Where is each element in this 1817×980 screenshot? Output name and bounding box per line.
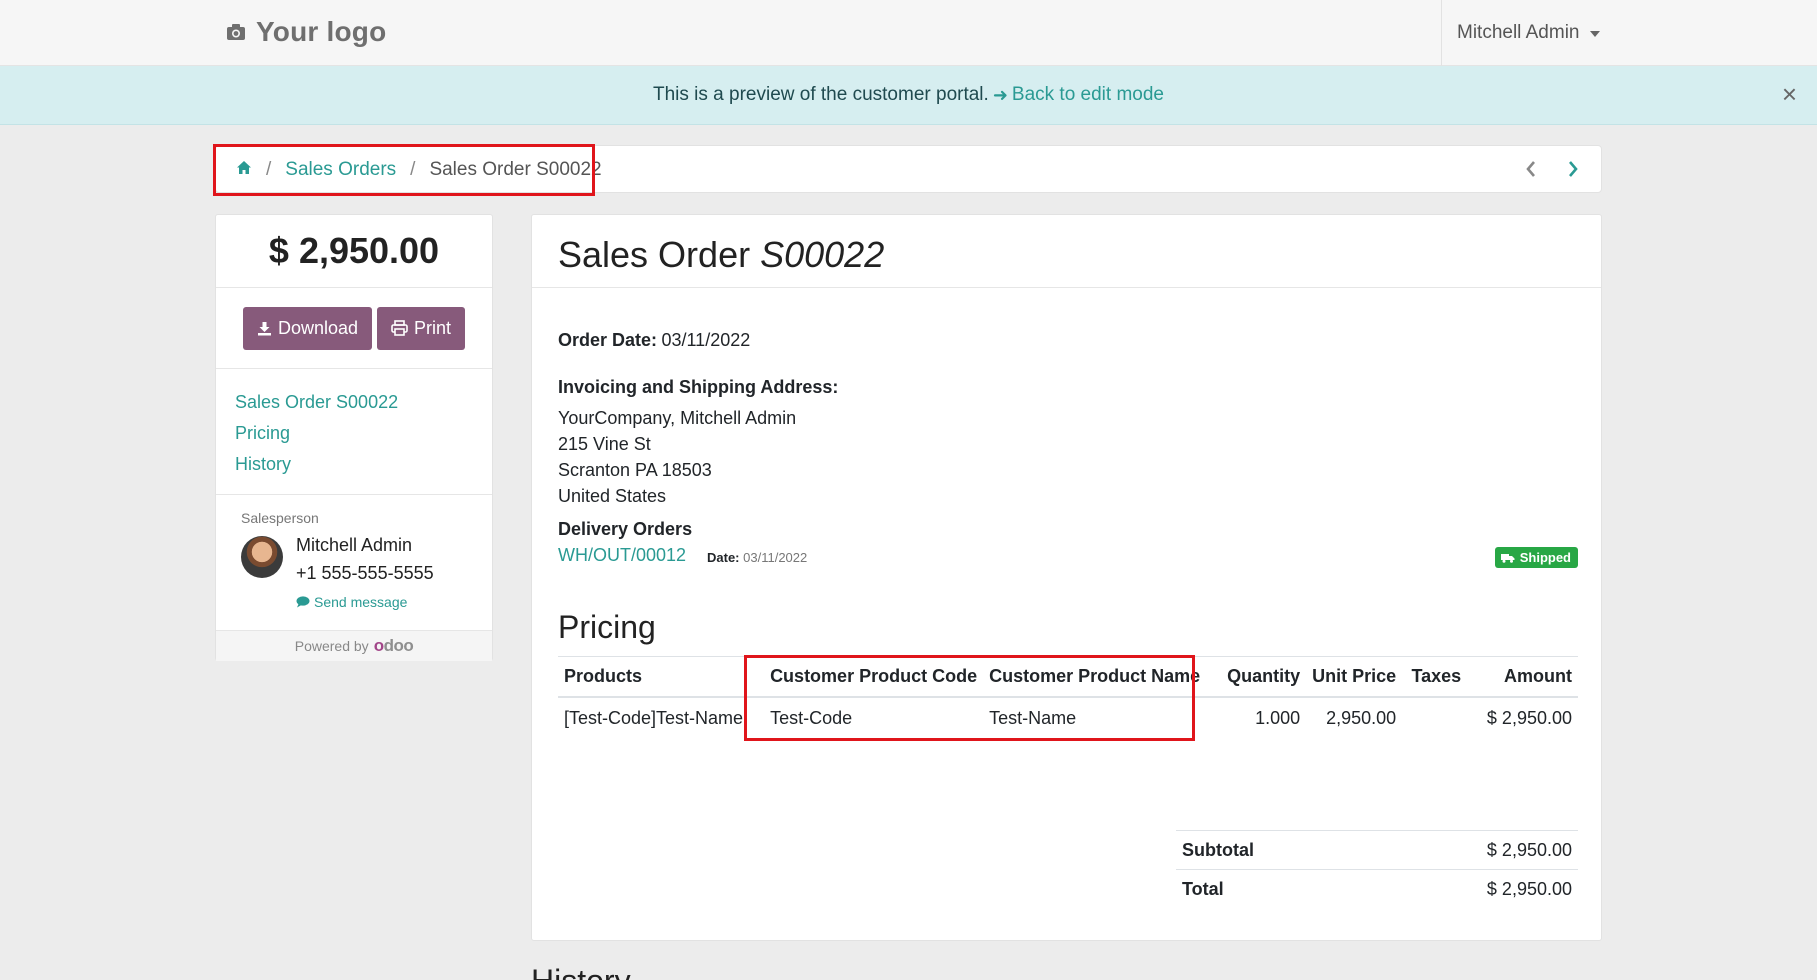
close-icon[interactable]: × (1782, 81, 1797, 107)
column-header-quantity: Quantity (1206, 656, 1307, 698)
total-label: Total (1176, 869, 1363, 909)
chevron-left-icon[interactable] (1523, 158, 1539, 180)
order-date-row: Order Date: 03/11/2022 (558, 330, 750, 351)
cell-taxes (1402, 697, 1467, 739)
cell-unit-price: 2,950.00 (1326, 707, 1397, 728)
record-pager (1523, 158, 1581, 180)
download-label: Download (277, 317, 359, 338)
history-heading: History (531, 965, 631, 980)
delivery-order-row: WH/OUT/00012 Date: 03/11/2022 Shipped (558, 545, 1578, 569)
salesperson-name: Mitchell Admin (296, 535, 413, 555)
status-badge: Shipped (1494, 547, 1578, 568)
address-line: Scranton PA 18503 (558, 460, 712, 480)
sidebar-nav: Sales Order S00022 Pricing History (216, 369, 492, 495)
arrow-right-icon: ➜ (992, 84, 1008, 105)
sidebar-nav-order[interactable]: Sales Order S00022 (235, 392, 398, 412)
address-label: Invoicing and Shipping Address: (558, 377, 839, 397)
download-icon (257, 321, 271, 335)
subtotal-label: Subtotal (1176, 830, 1363, 870)
page-title-ref: S00022 (760, 234, 885, 275)
status-badge-label: Shipped (1519, 550, 1571, 565)
banner-message: This is a preview of the customer portal… (653, 84, 989, 105)
truck-icon (1500, 553, 1515, 563)
comment-icon (296, 596, 310, 608)
salesperson-phone: +1 555-555-5555 (296, 563, 434, 583)
send-message-label: Send message (314, 594, 408, 610)
order-date-value: 03/11/2022 (661, 330, 751, 350)
subtotal-row: Subtotal $ 2,950.00 (1176, 830, 1578, 870)
delivery-date-label: Date: (707, 550, 740, 565)
logo-text: Your logo (256, 16, 387, 47)
print-icon (391, 320, 408, 336)
column-header-products: Products (558, 656, 750, 698)
odoo-logo[interactable]: odoo (374, 636, 414, 656)
address-block: YourCompany, Mitchell Admin 215 Vine St … (558, 405, 796, 509)
address-line: YourCompany, Mitchell Admin (558, 408, 797, 428)
subtotal-value: $ 2,950.00 (1362, 830, 1578, 870)
powered-by-footer: Powered by odoo (216, 631, 492, 661)
download-button[interactable]: Download (242, 306, 373, 350)
breadcrumb-highlight-box (213, 144, 595, 196)
cell-product: [Test-Code]Test-Name (564, 707, 744, 728)
salesperson-card: Salesperson Mitchell Admin +1 555-555-55… (216, 495, 492, 631)
avatar (241, 536, 283, 578)
address-line: 215 Vine St (558, 434, 651, 454)
sidebar-actions: Download Print (216, 288, 492, 369)
delivery-order-link[interactable]: WH/OUT/00012 (558, 545, 686, 565)
user-name: Mitchell Admin (1457, 22, 1580, 43)
cell-quantity: 1.000 (1255, 707, 1301, 728)
page-title-prefix: Sales Order (558, 234, 751, 275)
caret-down-icon (1589, 31, 1600, 37)
print-label: Print (414, 317, 452, 338)
order-sidebar: $ 2,950.00 Download Print Sales Order S0… (215, 214, 493, 661)
column-header-unit-price: Unit Price (1306, 656, 1403, 698)
sidebar-nav-pricing[interactable]: Pricing (235, 423, 290, 443)
back-to-edit-link[interactable]: Back to edit mode (1012, 84, 1164, 106)
preview-banner: This is a preview of the customer portal… (0, 66, 1817, 125)
send-message-link[interactable]: Send message (296, 594, 407, 610)
print-button[interactable]: Print (377, 306, 466, 350)
column-header-taxes: Taxes (1402, 656, 1468, 698)
delivery-date-value: 03/11/2022 (743, 550, 808, 565)
company-logo[interactable]: Your logo (226, 16, 386, 48)
page-title: Sales Order S00022 (532, 215, 1601, 288)
powered-by-label: Powered by (294, 638, 369, 654)
chevron-right-icon[interactable] (1565, 158, 1581, 180)
order-main-card: Sales Order S00022 Order Date: 03/11/202… (531, 214, 1602, 941)
sidebar-total-amount: $ 2,950.00 (216, 215, 492, 288)
delivery-date: Date: 03/11/2022 (707, 550, 807, 565)
sidebar-nav-history[interactable]: History (235, 454, 291, 474)
total-value: $ 2,950.00 (1362, 869, 1578, 909)
user-menu-dropdown[interactable]: Mitchell Admin (1441, 0, 1600, 66)
column-header-amount: Amount (1467, 656, 1578, 698)
camera-icon (227, 24, 245, 40)
salesperson-label: Salesperson (241, 510, 319, 526)
order-date-label: Order Date: (558, 330, 658, 350)
totals-table: Subtotal $ 2,950.00 Total $ 2,950.00 (1176, 830, 1578, 909)
customer-columns-highlight-box (744, 655, 1195, 741)
address-line: United States (558, 486, 667, 506)
top-header: Your logo Mitchell Admin (0, 0, 1817, 66)
delivery-orders-label: Delivery Orders (558, 519, 693, 539)
pricing-heading: Pricing (558, 609, 656, 645)
total-row: Total $ 2,950.00 (1176, 869, 1578, 909)
cell-amount: $ 2,950.00 (1486, 707, 1572, 728)
